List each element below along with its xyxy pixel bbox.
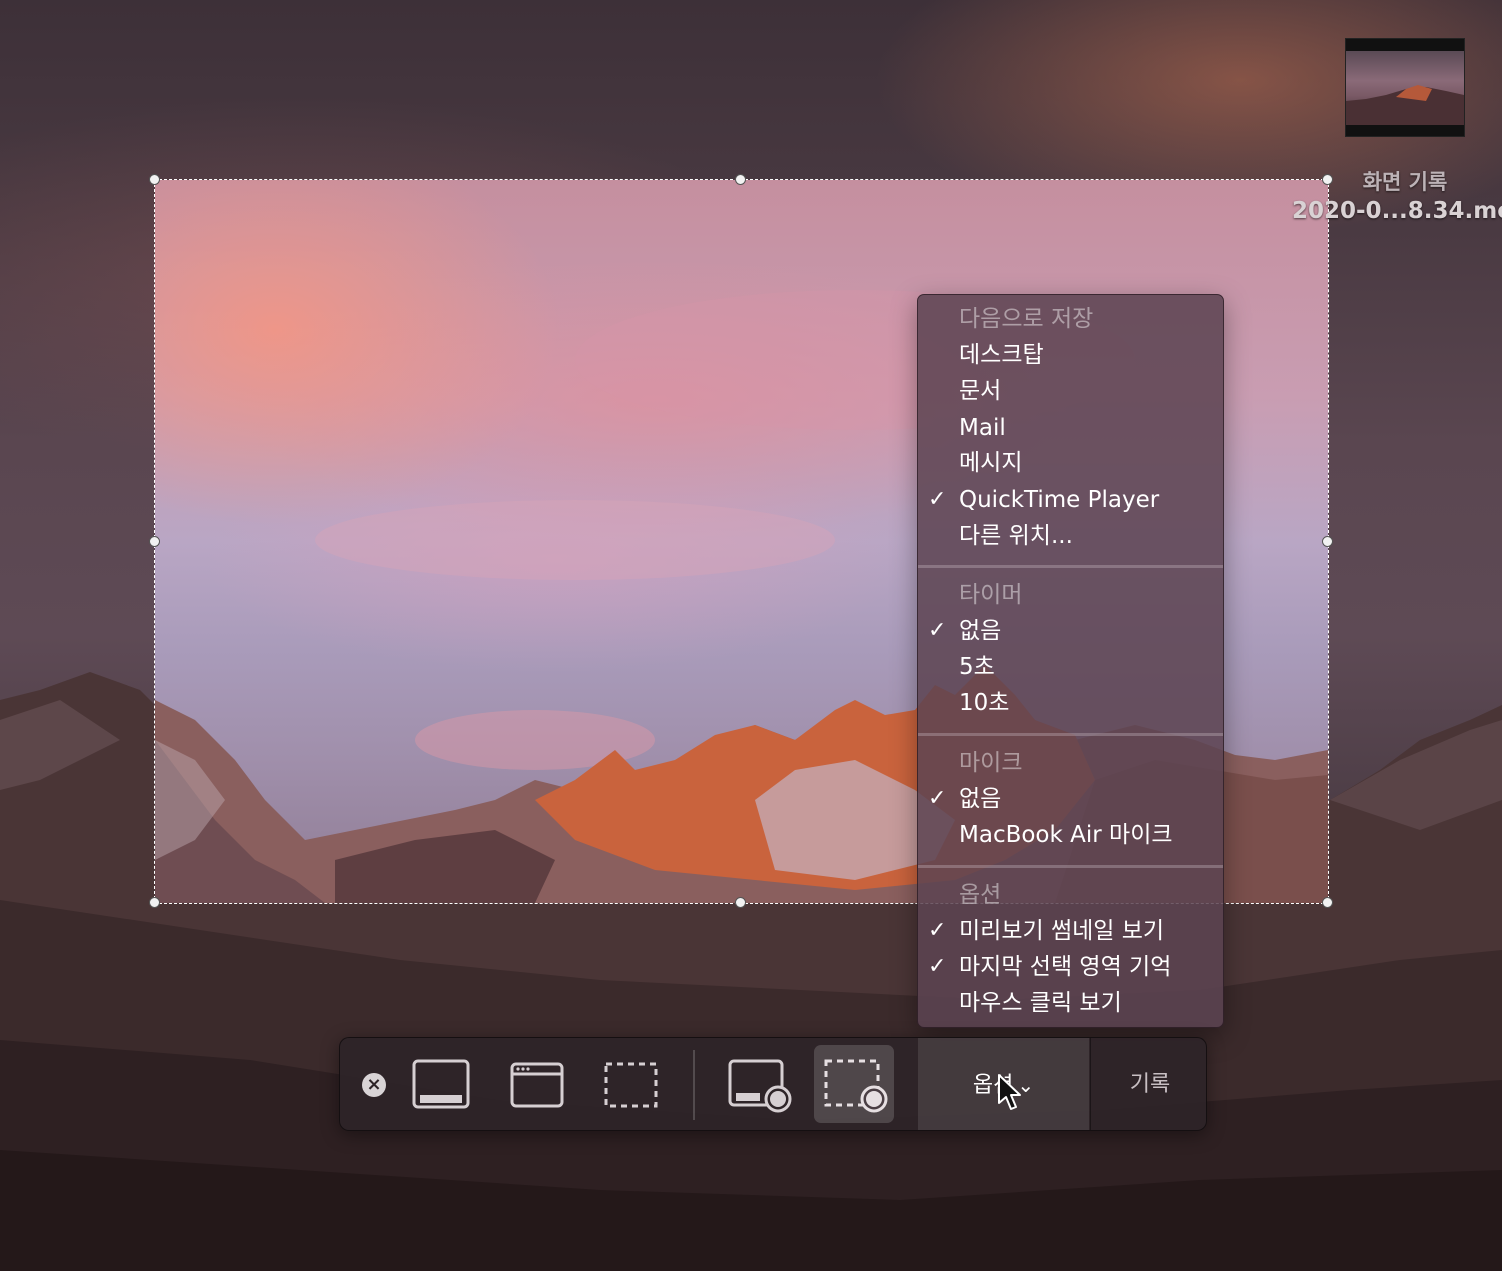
menu-item-remember-last-selection[interactable]: ✓ 마지막 선택 영역 기억	[918, 949, 1223, 985]
screen-icon	[412, 1059, 470, 1109]
resize-handle-top-left[interactable]	[149, 174, 160, 185]
record-entire-screen-button[interactable]	[728, 1038, 794, 1130]
checkmark-icon: ✓	[928, 487, 947, 512]
selection-icon	[604, 1062, 658, 1108]
checkmark-icon: ✓	[928, 786, 947, 811]
checkmark-icon: ✓	[928, 954, 947, 979]
options-menu: 다음으로 저장 데스크탑 문서 Mail 메시지 ✓ QuickTime Play…	[917, 294, 1224, 1028]
menu-item-timer-none[interactable]: ✓ 없음	[918, 613, 1223, 649]
close-icon[interactable]: ×	[362, 1073, 386, 1097]
menu-header-options: 옵션	[959, 882, 1002, 908]
menu-item-show-mouse-clicks[interactable]: 마우스 클릭 보기	[918, 985, 1223, 1021]
menu-header-microphone: 마이크	[959, 750, 1023, 776]
resize-handle-right[interactable]	[1322, 536, 1333, 547]
thumbnail-title: 화면 기록	[1362, 170, 1448, 194]
menu-item-messages[interactable]: 메시지	[918, 445, 1223, 481]
menu-item-show-floating-thumbnail[interactable]: ✓ 미리보기 썸네일 보기	[918, 913, 1223, 949]
window-icon	[510, 1062, 564, 1108]
selection-record-icon	[824, 1059, 888, 1113]
record-button[interactable]: 기록	[1090, 1038, 1206, 1130]
screenshot-toolbar: × 옵션 ⌄ 기록	[339, 1037, 1207, 1131]
capture-selected-window-button[interactable]	[510, 1038, 566, 1130]
resize-handle-bottom-right[interactable]	[1322, 897, 1333, 908]
menu-item-timer-10s[interactable]: 10초	[918, 685, 1223, 721]
menu-item-documents[interactable]: 문서	[918, 373, 1223, 409]
menu-separator	[918, 865, 1223, 868]
recording-thumbnail[interactable]	[1345, 38, 1465, 137]
resize-handle-top[interactable]	[735, 174, 746, 185]
menu-item-mail[interactable]: Mail	[918, 410, 1223, 446]
checkmark-icon: ✓	[928, 618, 947, 643]
thumbnail-filename: 2020-0...8.34.mo	[1292, 198, 1502, 224]
toolbar-divider	[693, 1050, 695, 1120]
menu-item-macbook-air-mic[interactable]: MacBook Air 마이크	[918, 817, 1223, 853]
menu-separator	[918, 565, 1223, 568]
screen-record-icon	[728, 1059, 792, 1113]
menu-item-desktop[interactable]: 데스크탑	[918, 337, 1223, 373]
resize-handle-bottom[interactable]	[735, 897, 746, 908]
capture-selected-portion-button[interactable]	[604, 1038, 660, 1130]
menu-header-timer: 타이머	[959, 582, 1023, 608]
checkmark-icon: ✓	[928, 918, 947, 943]
menu-item-quicktime-player[interactable]: ✓ QuickTime Player	[918, 482, 1223, 518]
capture-entire-screen-button[interactable]	[412, 1038, 472, 1130]
resize-handle-bottom-left[interactable]	[149, 897, 160, 908]
record-selected-portion-button[interactable]	[814, 1045, 894, 1123]
menu-item-mic-none[interactable]: ✓ 없음	[918, 781, 1223, 817]
menu-item-timer-5s[interactable]: 5초	[918, 649, 1223, 685]
menu-item-other-location[interactable]: 다른 위치...	[918, 518, 1223, 554]
menu-header-save-to: 다음으로 저장	[959, 306, 1094, 332]
thumbnail-image	[1346, 51, 1464, 125]
menu-separator	[918, 733, 1223, 736]
resize-handle-left[interactable]	[149, 536, 160, 547]
mouse-pointer-icon	[998, 1074, 1021, 1110]
